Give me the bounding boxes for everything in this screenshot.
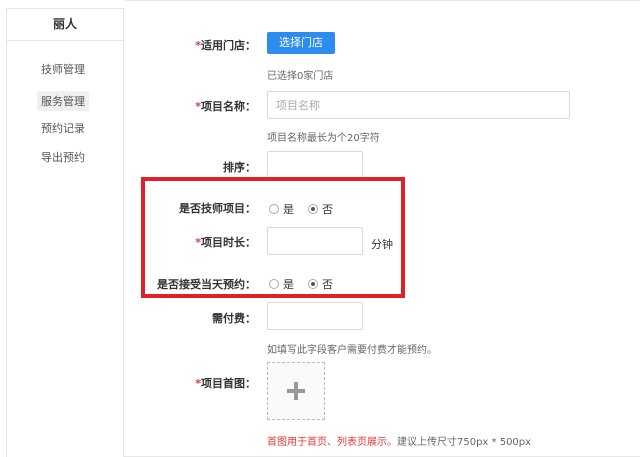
is-technician-no[interactable]: 否 bbox=[308, 201, 333, 217]
stores-label: *适用门店： bbox=[195, 39, 256, 52]
sort-label: 排序： bbox=[223, 161, 256, 174]
is-technician-radio-group: 是 否 bbox=[269, 201, 347, 217]
cover-label: *项目首图： bbox=[195, 377, 256, 390]
fee-input[interactable] bbox=[267, 302, 363, 330]
name-input[interactable] bbox=[267, 91, 570, 119]
sidebar-title: 丽人 bbox=[7, 9, 123, 41]
fee-hint: 如填写此字段客户需要付费才能预约。 bbox=[267, 345, 437, 356]
same-day-no[interactable]: 否 bbox=[308, 276, 333, 292]
radio-checked-icon bbox=[308, 279, 318, 289]
sidebar-item-technicians[interactable]: 技师管理 bbox=[41, 61, 85, 77]
duration-label: *项目时长： bbox=[195, 236, 256, 249]
sidebar-item-export[interactable]: 导出预约 bbox=[41, 149, 85, 165]
sidebar-item-records[interactable]: 预约记录 bbox=[41, 120, 85, 136]
duration-unit: 分钟 bbox=[371, 238, 393, 251]
radio-unchecked-icon bbox=[269, 204, 279, 214]
sidebar: 丽人 技师管理 服务管理 预约记录 导出预约 bbox=[6, 8, 124, 457]
plus-icon-vertical bbox=[294, 382, 298, 400]
radio-checked-icon bbox=[308, 204, 318, 214]
same-day-radio-group: 是 否 bbox=[269, 276, 347, 292]
radio-unchecked-icon bbox=[269, 279, 279, 289]
is-technician-yes[interactable]: 是 bbox=[269, 201, 294, 217]
select-store-button[interactable]: 选择门店 bbox=[267, 32, 335, 54]
same-day-label: 是否接受当天预约： bbox=[157, 278, 256, 291]
cover-hint: 首图用于首页、列表页展示。建议上传尺寸750px * 500px bbox=[267, 437, 532, 448]
same-day-yes[interactable]: 是 bbox=[269, 276, 294, 292]
sidebar-item-services[interactable]: 服务管理 bbox=[37, 91, 89, 111]
stores-hint: 已选择0家门店 bbox=[267, 71, 334, 82]
sort-input[interactable] bbox=[267, 151, 363, 179]
fee-label: 需付费： bbox=[212, 312, 256, 325]
duration-input[interactable] bbox=[267, 227, 363, 255]
name-label: *项目名称： bbox=[195, 100, 256, 113]
is-technician-label: 是否技师项目： bbox=[179, 202, 256, 215]
cover-upload-button[interactable] bbox=[267, 362, 325, 420]
name-hint: 项目名称最长为个20字符 bbox=[267, 133, 380, 144]
top-divider bbox=[124, 0, 640, 1]
